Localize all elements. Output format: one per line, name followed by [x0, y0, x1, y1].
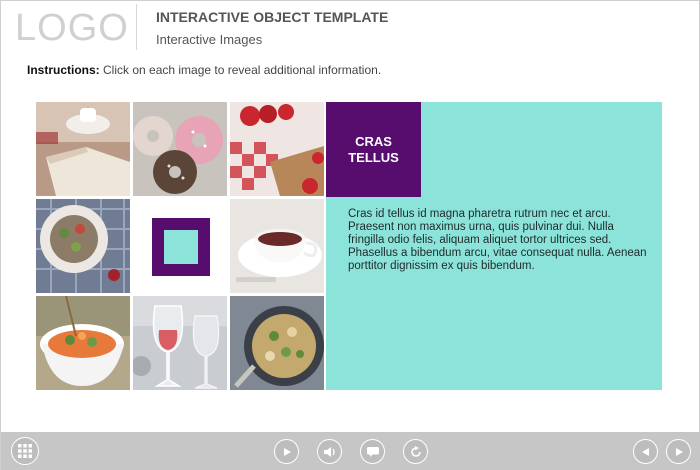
image-frying-pan[interactable] — [230, 296, 324, 390]
image-wine-glass[interactable] — [133, 296, 227, 390]
info-panel: CRAS TELLUS Cras id tellus id magna phar… — [326, 102, 662, 390]
next-icon — [675, 447, 683, 456]
donuts-photo — [133, 102, 227, 196]
frying-pan-photo — [230, 296, 324, 390]
volume-button[interactable] — [317, 439, 342, 464]
strawberries-photo — [230, 102, 324, 196]
logo: LOGO — [15, 7, 129, 49]
panel-body: Cras id tellus id magna pharetra rutrum … — [348, 208, 647, 272]
volume-icon — [323, 446, 335, 457]
prev-icon — [641, 447, 649, 456]
book-coffee-photo — [36, 102, 130, 196]
play-button[interactable] — [274, 439, 299, 464]
tea-cup-photo — [230, 199, 324, 293]
captions-button[interactable] — [360, 439, 385, 464]
menu-grid-icon — [18, 444, 32, 458]
image-strawberries[interactable] — [230, 102, 324, 196]
player-toolbar — [1, 432, 700, 470]
header-divider — [136, 4, 137, 50]
player-frame: LOGO INTERACTIVE OBJECT TEMPLATE Interac… — [0, 0, 700, 470]
instructions: Instructions: Click on each image to rev… — [27, 63, 381, 77]
instructions-text: Click on each image to reveal additional… — [99, 63, 382, 77]
previous-button[interactable] — [633, 439, 658, 464]
captions-icon — [366, 446, 379, 457]
play-icon — [283, 447, 291, 456]
wine-glass-photo — [133, 296, 227, 390]
replay-button[interactable] — [403, 439, 428, 464]
menu-button[interactable] — [11, 437, 39, 465]
noodle-bowl-photo — [36, 296, 130, 390]
instructions-label: Instructions: — [27, 63, 100, 77]
selected-square-icon — [152, 218, 210, 276]
salad-plate-photo — [36, 199, 130, 293]
image-noodle-bowl[interactable] — [36, 296, 130, 390]
image-book-coffee[interactable] — [36, 102, 130, 196]
image-salad-plate[interactable] — [36, 199, 130, 293]
panel-heading: CRAS TELLUS — [326, 102, 421, 197]
image-donuts[interactable] — [133, 102, 227, 196]
replay-icon — [410, 445, 421, 457]
page-subtitle: Interactive Images — [156, 32, 263, 47]
next-button[interactable] — [666, 439, 691, 464]
image-selected-placeholder[interactable] — [133, 199, 227, 293]
image-grid — [36, 102, 324, 390]
image-tea-cup[interactable] — [230, 199, 324, 293]
page-title: INTERACTIVE OBJECT TEMPLATE — [156, 9, 389, 25]
